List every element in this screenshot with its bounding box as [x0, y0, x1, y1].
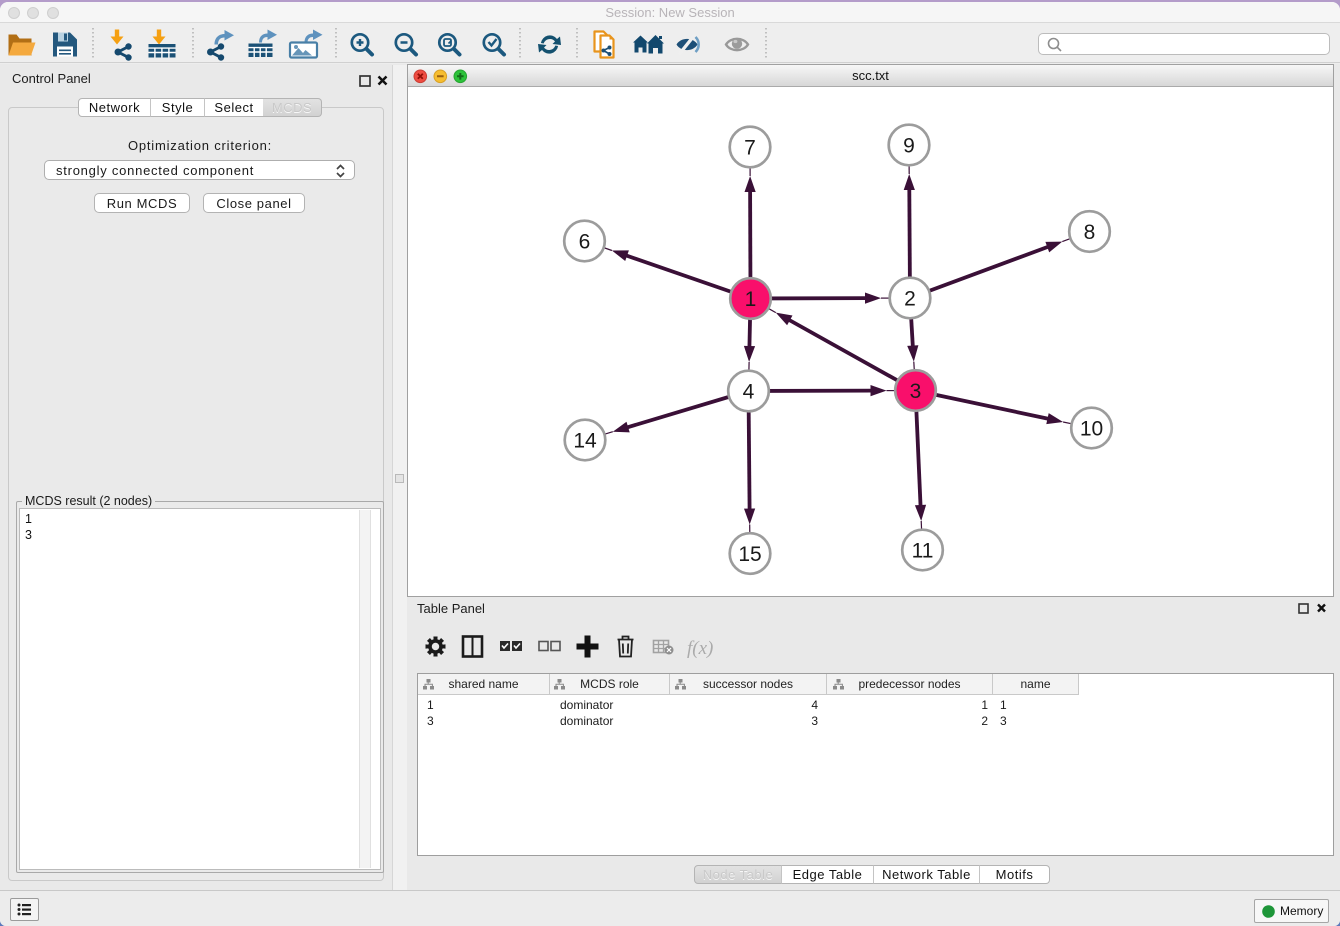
svg-text:1: 1 — [745, 287, 757, 310]
svg-text:14: 14 — [573, 429, 597, 452]
svg-text:9: 9 — [903, 134, 915, 157]
svg-text:10: 10 — [1080, 417, 1103, 440]
svg-text:6: 6 — [579, 230, 591, 253]
svg-text:8: 8 — [1084, 220, 1096, 243]
svg-text:15: 15 — [738, 542, 761, 565]
svg-text:2: 2 — [904, 287, 916, 310]
svg-text:4: 4 — [743, 380, 755, 403]
svg-text:f(x): f(x) — [687, 638, 713, 659]
svg-text:7: 7 — [744, 136, 756, 159]
svg-text:11: 11 — [912, 539, 934, 562]
svg-text:3: 3 — [910, 379, 922, 402]
